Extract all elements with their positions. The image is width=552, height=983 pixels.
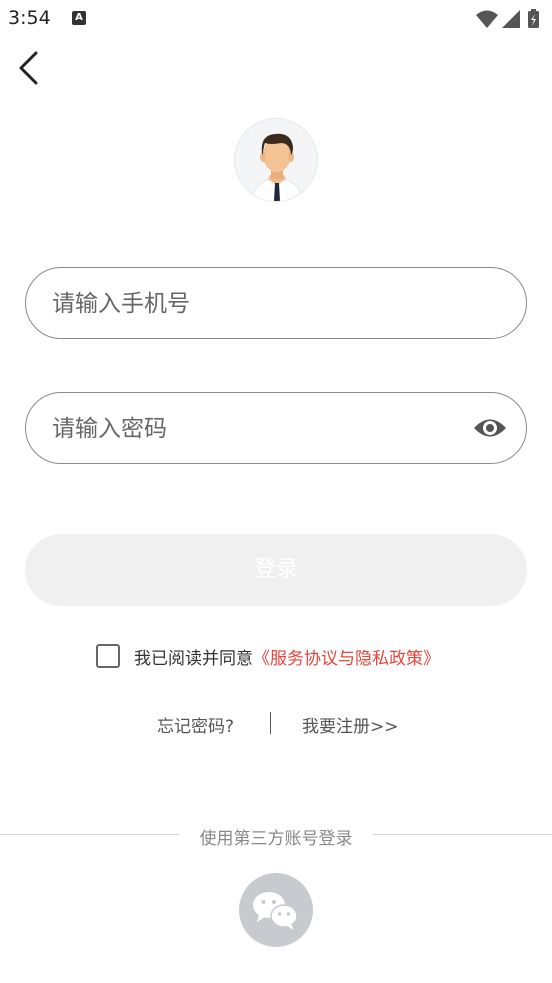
third-party-label-text: 使用第三方账号登录	[187, 829, 365, 849]
notification-badge: A	[72, 11, 86, 25]
wechat-login-button[interactable]	[239, 873, 313, 947]
back-arrow-icon	[19, 51, 38, 85]
register-link[interactable]: 我要注册>>	[302, 712, 399, 737]
eye-icon	[474, 419, 506, 437]
status-icons	[474, 8, 542, 34]
status-time: 3:54	[8, 7, 51, 29]
phone-input[interactable]	[50, 268, 474, 339]
status-bar: 3:54 A	[0, 0, 552, 36]
toggle-password-visibility[interactable]	[472, 414, 508, 442]
agreement-link[interactable]: 《服务协议与隐私政策》	[253, 644, 440, 669]
login-button[interactable]: 登录	[25, 534, 527, 606]
phone-field[interactable]	[25, 267, 527, 339]
wechat-icon	[253, 892, 298, 930]
password-field[interactable]	[25, 392, 527, 464]
forgot-password-link[interactable]: 忘记密码?	[157, 712, 234, 737]
password-input[interactable]	[50, 393, 474, 464]
links-divider	[270, 712, 271, 734]
wifi-icon	[476, 10, 498, 28]
avatar-icon	[250, 133, 304, 201]
signal-icon	[502, 10, 520, 28]
agreement-row: 我已阅读并同意 《服务协议与隐私政策》	[96, 642, 440, 670]
back-button[interactable]	[12, 50, 48, 86]
agree-checkbox[interactable]	[96, 644, 120, 668]
third-party-label: 使用第三方账号登录	[0, 824, 552, 849]
agree-text: 我已阅读并同意	[134, 648, 253, 669]
avatar	[234, 118, 318, 202]
battery-icon	[528, 9, 539, 28]
account-links: 忘记密码? 我要注册>>	[0, 712, 552, 737]
